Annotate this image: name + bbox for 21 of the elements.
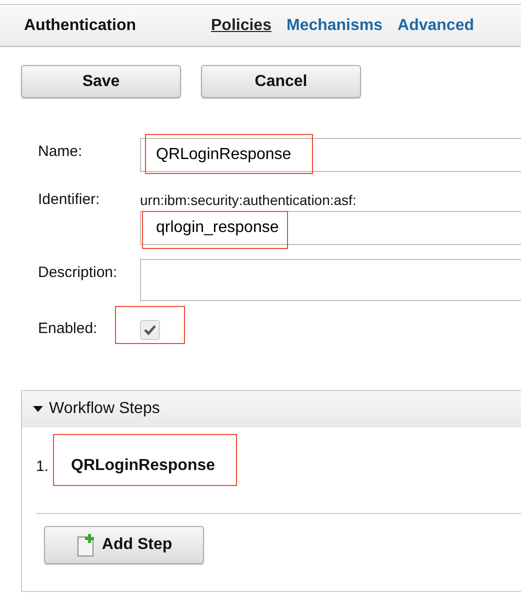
description-field[interactable] <box>140 259 521 301</box>
input-field[interactable]: qrlogin_response <box>140 211 521 245</box>
field-label: Identifier: <box>38 190 101 210</box>
add-step-button[interactable]: Add Step <box>44 526 204 564</box>
tab[interactable]: Policies <box>211 16 272 34</box>
field-label: Enabled: <box>38 319 98 339</box>
field-label: Description: <box>38 263 118 283</box>
step-number: 1. <box>36 458 50 474</box>
identifier-prefix: urn:ibm:security:authentication:asf: <box>140 191 358 210</box>
panel-header[interactable]: Workflow Steps <box>22 391 521 427</box>
save-button[interactable]: Save <box>21 65 181 98</box>
checkmark-icon <box>143 323 157 337</box>
cancel-button[interactable]: Cancel <box>201 65 361 98</box>
page-title: Authentication <box>24 16 137 34</box>
tab[interactable]: Advanced <box>398 16 474 34</box>
checkbox[interactable] <box>140 320 160 340</box>
step-name: QRLoginResponse <box>71 457 216 474</box>
input-field[interactable]: QRLoginResponse <box>140 138 521 172</box>
add-document-icon <box>76 533 96 557</box>
tab[interactable]: Mechanisms <box>286 16 383 34</box>
field-label: Name: <box>38 142 84 162</box>
